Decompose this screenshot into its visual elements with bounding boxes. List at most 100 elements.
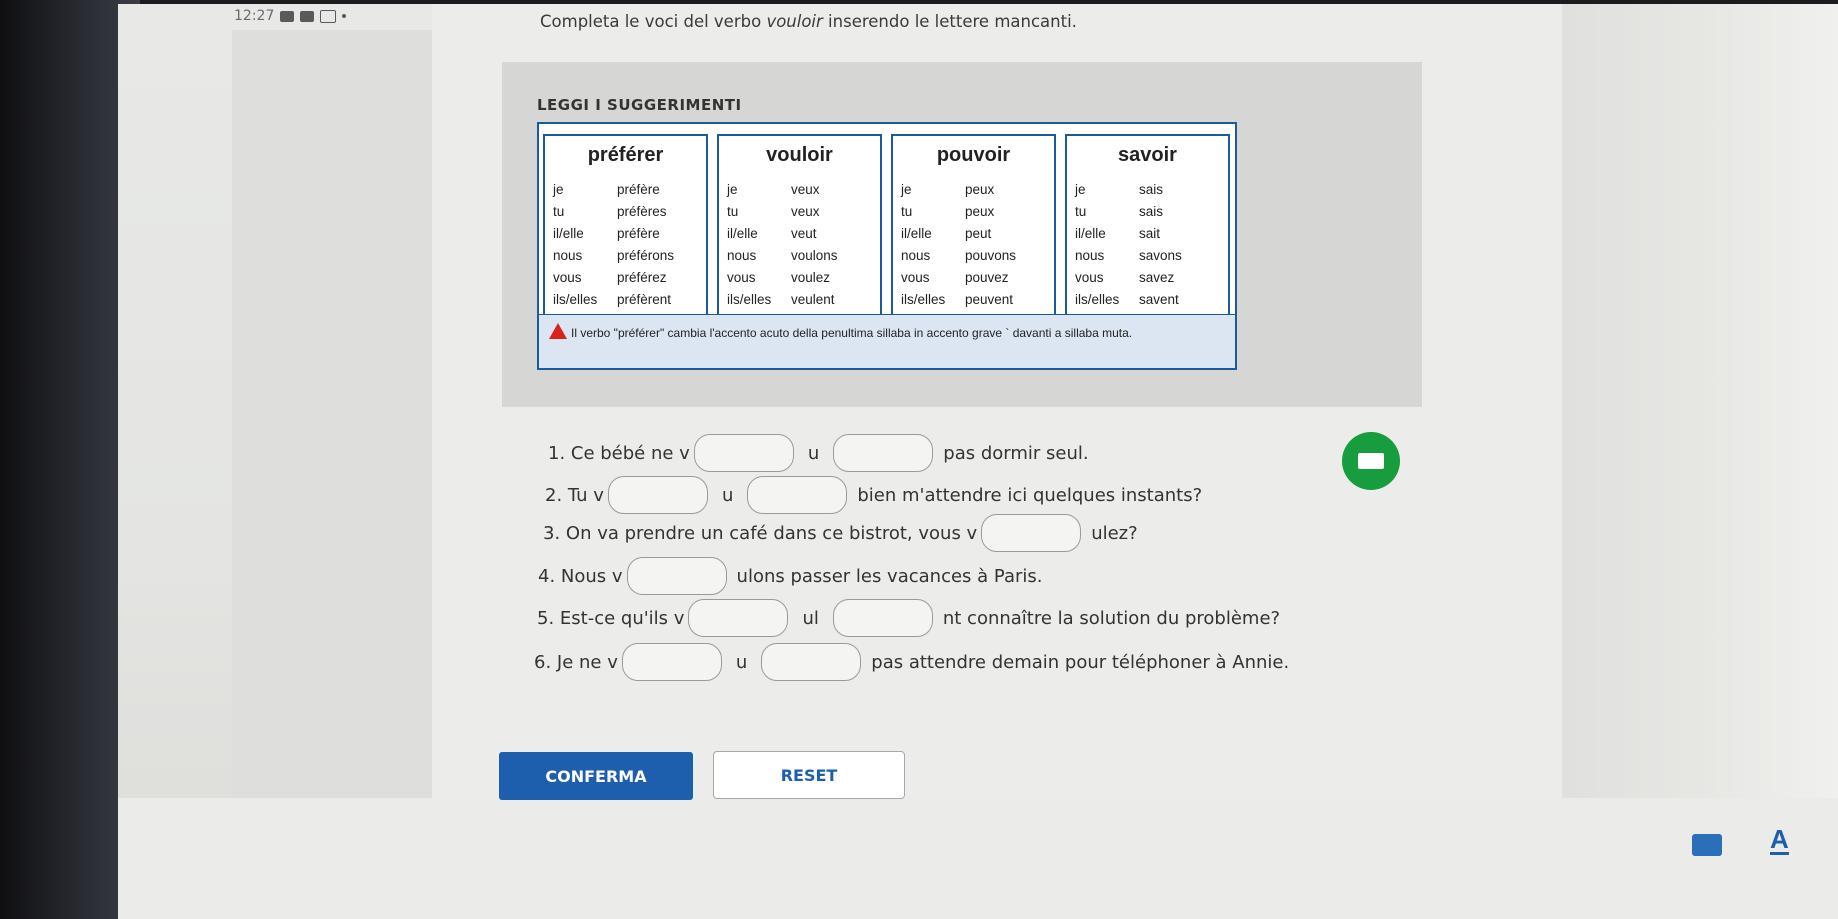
verb-column-3: savoir je sais tu sais il/elle sait nous savons v… (1065, 134, 1230, 334)
accent-note: Il verbo "préférer" cambia l'accento acu… (539, 314, 1235, 368)
pronoun: il/elle (727, 225, 758, 241)
exercise-continuation: pas dormir seul. (943, 442, 1089, 464)
verb-form: veux (791, 203, 820, 219)
answer-input[interactable] (833, 434, 934, 472)
conjugation-card: préférer je préfère tu préfères il/elle préfèr… (537, 122, 1237, 370)
keyboard-status-icon (320, 9, 337, 23)
verb-form: peut (965, 225, 992, 241)
pronoun: je (901, 181, 912, 197)
verb-column-1: vouloir je veux tu veux il/elle veut nous voulon… (717, 134, 882, 334)
exercise-line-3: 3. On va prendre un café dans ce bistrot… (543, 514, 1138, 552)
answer-input[interactable] (621, 643, 722, 681)
answer-input[interactable] (832, 599, 933, 637)
exercise-prompt: 3. On va prendre un café dans ce bistrot… (543, 522, 978, 544)
exercise-continuation: nt connaître la solution du problème? (942, 607, 1281, 629)
pronoun: nous (727, 247, 757, 263)
verb-form: préfère (617, 181, 660, 197)
pronoun: tu (727, 203, 739, 219)
answer-input[interactable] (607, 476, 708, 514)
conjugation-row: vous voulez (719, 266, 880, 288)
pronoun: il/elle (901, 225, 932, 241)
reset-button[interactable]: RESET (713, 751, 905, 799)
conjugation-row: tu peux (893, 200, 1054, 222)
exercise-line-5: 5. Est-ce qu'ils v ul nt connaître la solu… (537, 599, 1280, 637)
note-text: Il verbo "préférer" cambia l'accento acu… (571, 326, 1133, 340)
exercise-continuation: pas attendre demain pour téléphoner à An… (871, 651, 1290, 673)
exercise-prompt: 6. Je ne v (534, 651, 618, 673)
font-size-icon[interactable]: A (1770, 826, 1789, 855)
conjugation-row: je préfère (545, 178, 706, 200)
exercise-prompt: 4. Nous v (538, 565, 623, 587)
conjugation-row: vous pouvez (893, 266, 1054, 288)
conjugation-row: je veux (719, 178, 880, 200)
exercise-line-6: 6. Je ne v u pas attendre demain pour télé… (534, 643, 1289, 681)
pronoun: ils/elles (901, 291, 946, 307)
exercise-middle-letters: u (735, 651, 748, 673)
pronoun: je (727, 181, 738, 197)
pronoun: ils/elles (1075, 291, 1120, 307)
verb-form: veulent (791, 291, 835, 307)
verb-title: pouvoir (936, 144, 1011, 166)
conjugation-row: ils/elles savent (1067, 288, 1228, 310)
conjugation-row: il/elle préfère (545, 222, 706, 244)
verb-form: préfèrent (617, 291, 672, 307)
instruction: Completa le voci del verbo vouloir inser… (540, 12, 1077, 31)
verb-form: voulons (791, 247, 838, 263)
notification-icon (280, 10, 295, 22)
verb-form: voulez (791, 269, 831, 285)
exercise-line-4: 4. Nous v ulons passer les vacances à Par… (538, 557, 1042, 595)
answer-input[interactable] (693, 434, 794, 472)
answer-input[interactable] (626, 557, 727, 595)
conjugation-row: vous préférez (545, 266, 706, 288)
pronoun: vous (901, 269, 930, 285)
verb-form: savent (1139, 291, 1179, 307)
verb-title: vouloir (766, 144, 833, 166)
keyboard-icon[interactable] (1692, 834, 1722, 856)
pronoun: tu (553, 203, 565, 219)
exercise-prompt: 2. Tu v (545, 484, 604, 506)
conjugation-row: il/elle sait (1067, 222, 1228, 244)
verb-form: pouvons (965, 247, 1017, 263)
conjugation-row: nous pouvons (893, 244, 1054, 266)
exercise-prompt: 1. Ce bébé ne v (548, 442, 690, 464)
verb-form: savez (1139, 269, 1175, 285)
warning-icon (549, 323, 567, 339)
answer-input[interactable] (761, 643, 862, 681)
pronoun: ils/elles (727, 291, 772, 307)
exercise-line-2: 2. Tu v u bien m'attendre ici quelques ins… (545, 476, 1202, 514)
left-panel (232, 30, 434, 800)
keyboard-fab-button[interactable] (1342, 432, 1400, 490)
pronoun: vous (1075, 269, 1104, 285)
verb-form: sait (1139, 225, 1161, 241)
answer-input[interactable] (981, 514, 1082, 552)
verb-form: pouvez (965, 269, 1009, 285)
verb-column-2: pouvoir je peux tu peux il/elle peut nous pouvon… (891, 134, 1056, 334)
conjugation-row: il/elle peut (893, 222, 1054, 244)
tips-title: LEGGI I SUGGERIMENTI (537, 96, 742, 114)
verb-column-0: préférer je préfère tu préfères il/elle préfèr… (543, 134, 708, 334)
exercise-prompt: 5. Est-ce qu'ils v (537, 607, 685, 629)
more-dot-icon (342, 14, 347, 18)
conjugation-row: ils/elles peuvent (893, 288, 1054, 310)
pronoun: nous (553, 247, 583, 263)
answer-input[interactable] (688, 599, 789, 637)
conjugation-row: ils/elles préfèrent (545, 288, 706, 310)
confirm-button[interactable]: CONFERMA (499, 752, 693, 800)
conjugation-row: tu veux (719, 200, 880, 222)
verb-form: sais (1139, 181, 1164, 197)
verb-form: préfère (617, 225, 660, 241)
pronoun: nous (1075, 247, 1105, 263)
instruction-verb: vouloir (766, 12, 823, 31)
instruction-prefix: Completa le voci del verbo (540, 12, 767, 31)
verb-form: préfères (617, 203, 667, 219)
verb-form: veut (791, 225, 817, 241)
instruction-suffix: inserendo le lettere mancanti. (822, 12, 1077, 31)
verb-form: peux (965, 203, 995, 219)
pronoun: il/elle (1075, 225, 1106, 241)
verb-form: sais (1139, 203, 1164, 219)
verb-form: peux (965, 181, 995, 197)
bottom-bar (118, 798, 1838, 919)
pronoun: vous (727, 269, 756, 285)
answer-input[interactable] (747, 476, 848, 514)
pronoun: je (553, 181, 564, 197)
